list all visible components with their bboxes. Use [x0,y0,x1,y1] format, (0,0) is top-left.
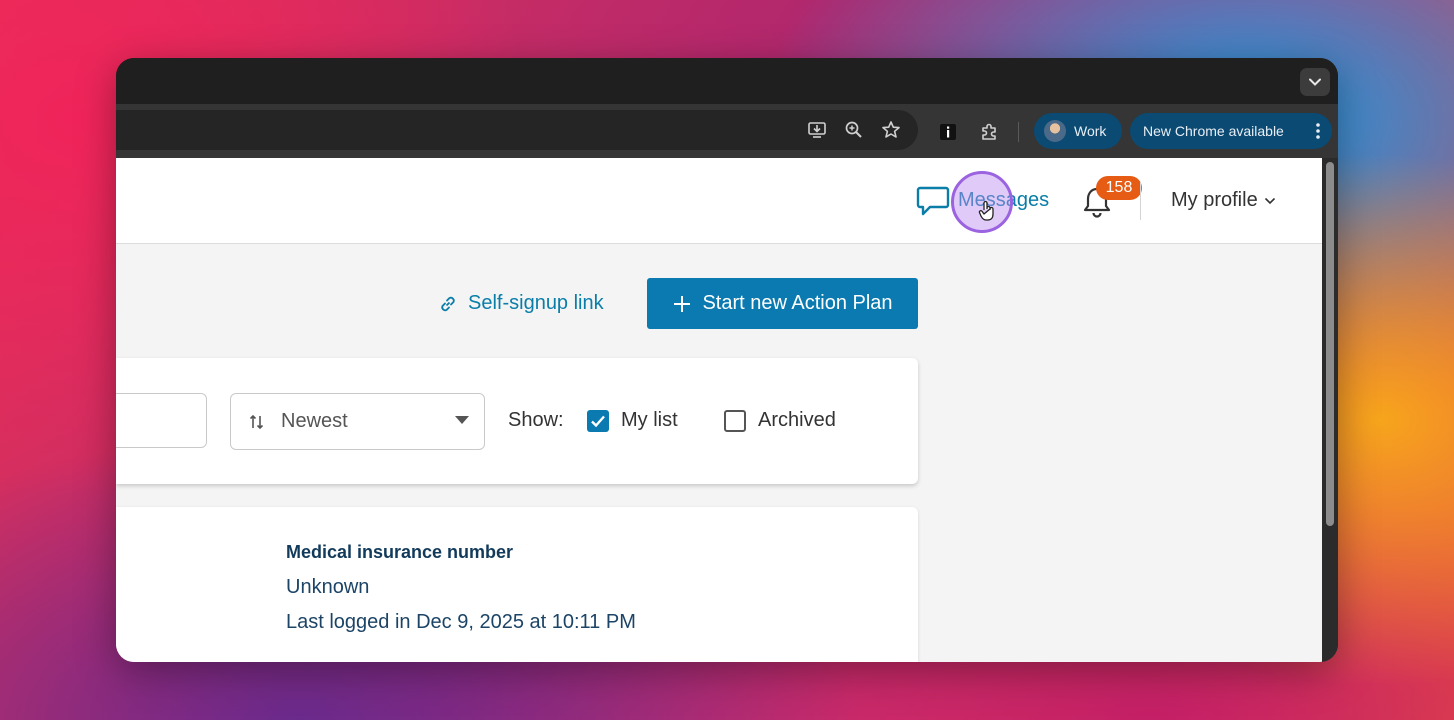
sort-dropdown[interactable]: Newest [230,393,485,450]
my-profile-menu[interactable]: My profile [1171,189,1276,212]
self-signup-link[interactable]: Self-signup link [438,292,604,315]
plus-icon [674,295,691,312]
page-scrollbar[interactable] [1322,158,1338,662]
my-list-checkbox[interactable] [587,410,609,432]
show-label: Show: [508,409,564,431]
toolbar-divider [1018,122,1019,142]
notification-count-badge: 158 [1096,176,1142,200]
last-logged-text: Last logged in Dec 9, 2025 at 10:11 PM [286,611,636,633]
browser-window: Work New Chrome available Messages 158 M… [116,58,1338,662]
filter-panel: Newest Show: My list Archived [116,358,918,484]
hand-pointer-icon [978,200,996,227]
self-signup-label: Self-signup link [468,292,604,314]
avatar [1044,120,1066,142]
link-icon [441,296,455,311]
header-divider [1140,182,1141,220]
caret-down-icon [455,416,469,424]
profile-chip[interactable]: Work [1034,113,1122,149]
search-input[interactable] [116,393,207,448]
field-title: Medical insurance number [286,542,514,562]
scrollbar-thumb[interactable] [1326,162,1334,526]
my-profile-label: My profile [1171,189,1258,211]
tab-strip [116,58,1338,104]
page-viewport: Messages 158 My profile Self-signup link… [116,158,1322,662]
bookmark-star-icon[interactable] [880,119,902,141]
sort-value: Newest [281,410,348,432]
archived-checkbox[interactable] [724,410,746,432]
start-action-plan-button[interactable]: Start new Action Plan [647,278,918,329]
field-value: Unknown [286,576,370,598]
chat-bubble-icon[interactable] [916,185,950,222]
install-app-icon[interactable] [806,119,828,141]
checkmark-icon [591,415,605,428]
chevron-down-icon [1264,197,1275,204]
archived-label[interactable]: Archived [758,409,836,432]
my-list-label[interactable]: My list [621,409,678,432]
tab-search-button[interactable] [1300,68,1330,96]
profile-chip-label: Work [1074,123,1107,139]
app-header: Messages 158 My profile [116,158,1322,244]
zoom-icon[interactable] [843,119,865,141]
more-vertical-icon [1316,123,1320,139]
chevron-down-icon [1309,78,1321,86]
update-chip-label: New Chrome available [1143,123,1284,139]
record-card: Medical insurance number Unknown Last lo… [116,507,918,662]
start-action-plan-label: Start new Action Plan [702,292,893,314]
extensions-puzzle-icon[interactable] [978,121,1000,143]
sort-arrows-icon [249,414,264,429]
address-bar[interactable] [116,110,918,150]
browser-toolbar: Work New Chrome available [116,104,1338,158]
update-chrome-chip[interactable]: New Chrome available [1130,113,1332,149]
extension-info-icon[interactable] [937,121,959,143]
